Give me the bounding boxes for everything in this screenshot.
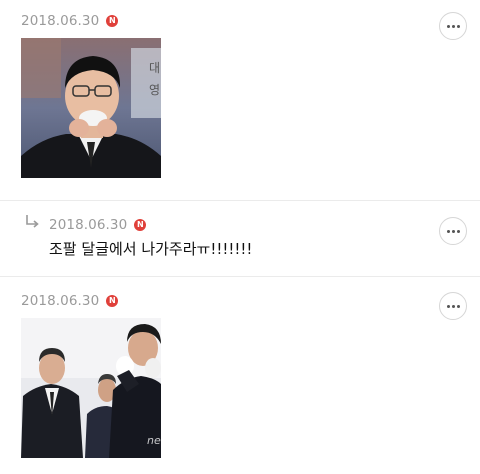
comment-image[interactable]: 대 영 xyxy=(21,38,161,178)
more-dots-icon xyxy=(446,229,450,233)
comment-image[interactable]: news xyxy=(21,318,161,458)
photo-men-in-suits-image: news xyxy=(21,318,161,458)
svg-text:영: 영 xyxy=(149,83,160,97)
more-dots-icon xyxy=(446,304,450,308)
comment-date: 2018.06.30 xyxy=(49,217,128,233)
comment-item: 2018.06.30 N 대 영 xyxy=(0,0,480,200)
photo-man-covering-mouth-image: 대 영 xyxy=(21,38,161,178)
more-options-button[interactable] xyxy=(439,217,467,245)
comment-date: 2018.06.30 xyxy=(21,293,100,309)
comment-reply-item: 2018.06.30 N 조팔 달글에서 나가주라ㅠ!!!!!!! xyxy=(0,200,480,276)
more-dots-icon xyxy=(456,304,460,308)
comment-meta: 2018.06.30 N xyxy=(21,292,119,310)
svg-text:대: 대 xyxy=(149,61,160,75)
more-dots-icon xyxy=(456,229,460,233)
more-dots-icon xyxy=(446,24,450,28)
more-dots-icon xyxy=(451,24,455,28)
more-options-button[interactable] xyxy=(439,12,467,40)
more-options-button[interactable] xyxy=(439,292,467,320)
more-dots-icon xyxy=(456,24,460,28)
comment-meta: 2018.06.30 N xyxy=(21,12,119,30)
news-watermark: news xyxy=(147,434,161,447)
new-badge-icon: N xyxy=(106,15,119,27)
comment-meta: 2018.06.30 N xyxy=(49,216,147,234)
more-dots-icon xyxy=(451,229,455,233)
comment-item: 2018.06.30 N news xyxy=(0,276,480,474)
new-badge-icon: N xyxy=(106,295,119,307)
new-badge-icon: N xyxy=(134,219,147,231)
more-dots-icon xyxy=(451,304,455,308)
reply-arrow-icon xyxy=(26,215,39,228)
comment-date: 2018.06.30 xyxy=(21,13,100,29)
comment-text: 조팔 달글에서 나가주라ㅠ!!!!!!! xyxy=(49,240,253,258)
